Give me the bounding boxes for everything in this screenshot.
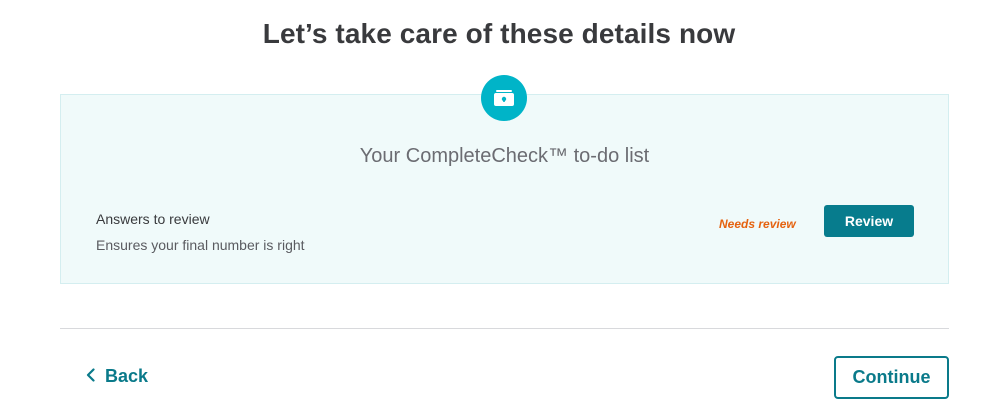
divider	[60, 328, 949, 329]
item-description: Ensures your final number is right	[96, 237, 305, 253]
card-title: Your CompleteCheck™ to-do list	[359, 145, 650, 167]
page-title: Let’s take care of these details now	[262, 18, 736, 49]
item-title: Answers to review	[96, 211, 210, 227]
chevron-left-icon	[86, 366, 95, 387]
back-label: Back	[105, 366, 149, 386]
review-button[interactable]: Review	[824, 205, 914, 237]
continue-button[interactable]: Continue	[834, 356, 949, 399]
status-badge: Needs review	[719, 217, 796, 231]
todo-card: Your CompleteCheck™ to-do list Answers t…	[60, 94, 949, 284]
back-button[interactable]: Back	[86, 366, 148, 387]
page: Let’s take care of these details now You…	[0, 0, 998, 419]
lockbox-icon	[481, 75, 527, 121]
